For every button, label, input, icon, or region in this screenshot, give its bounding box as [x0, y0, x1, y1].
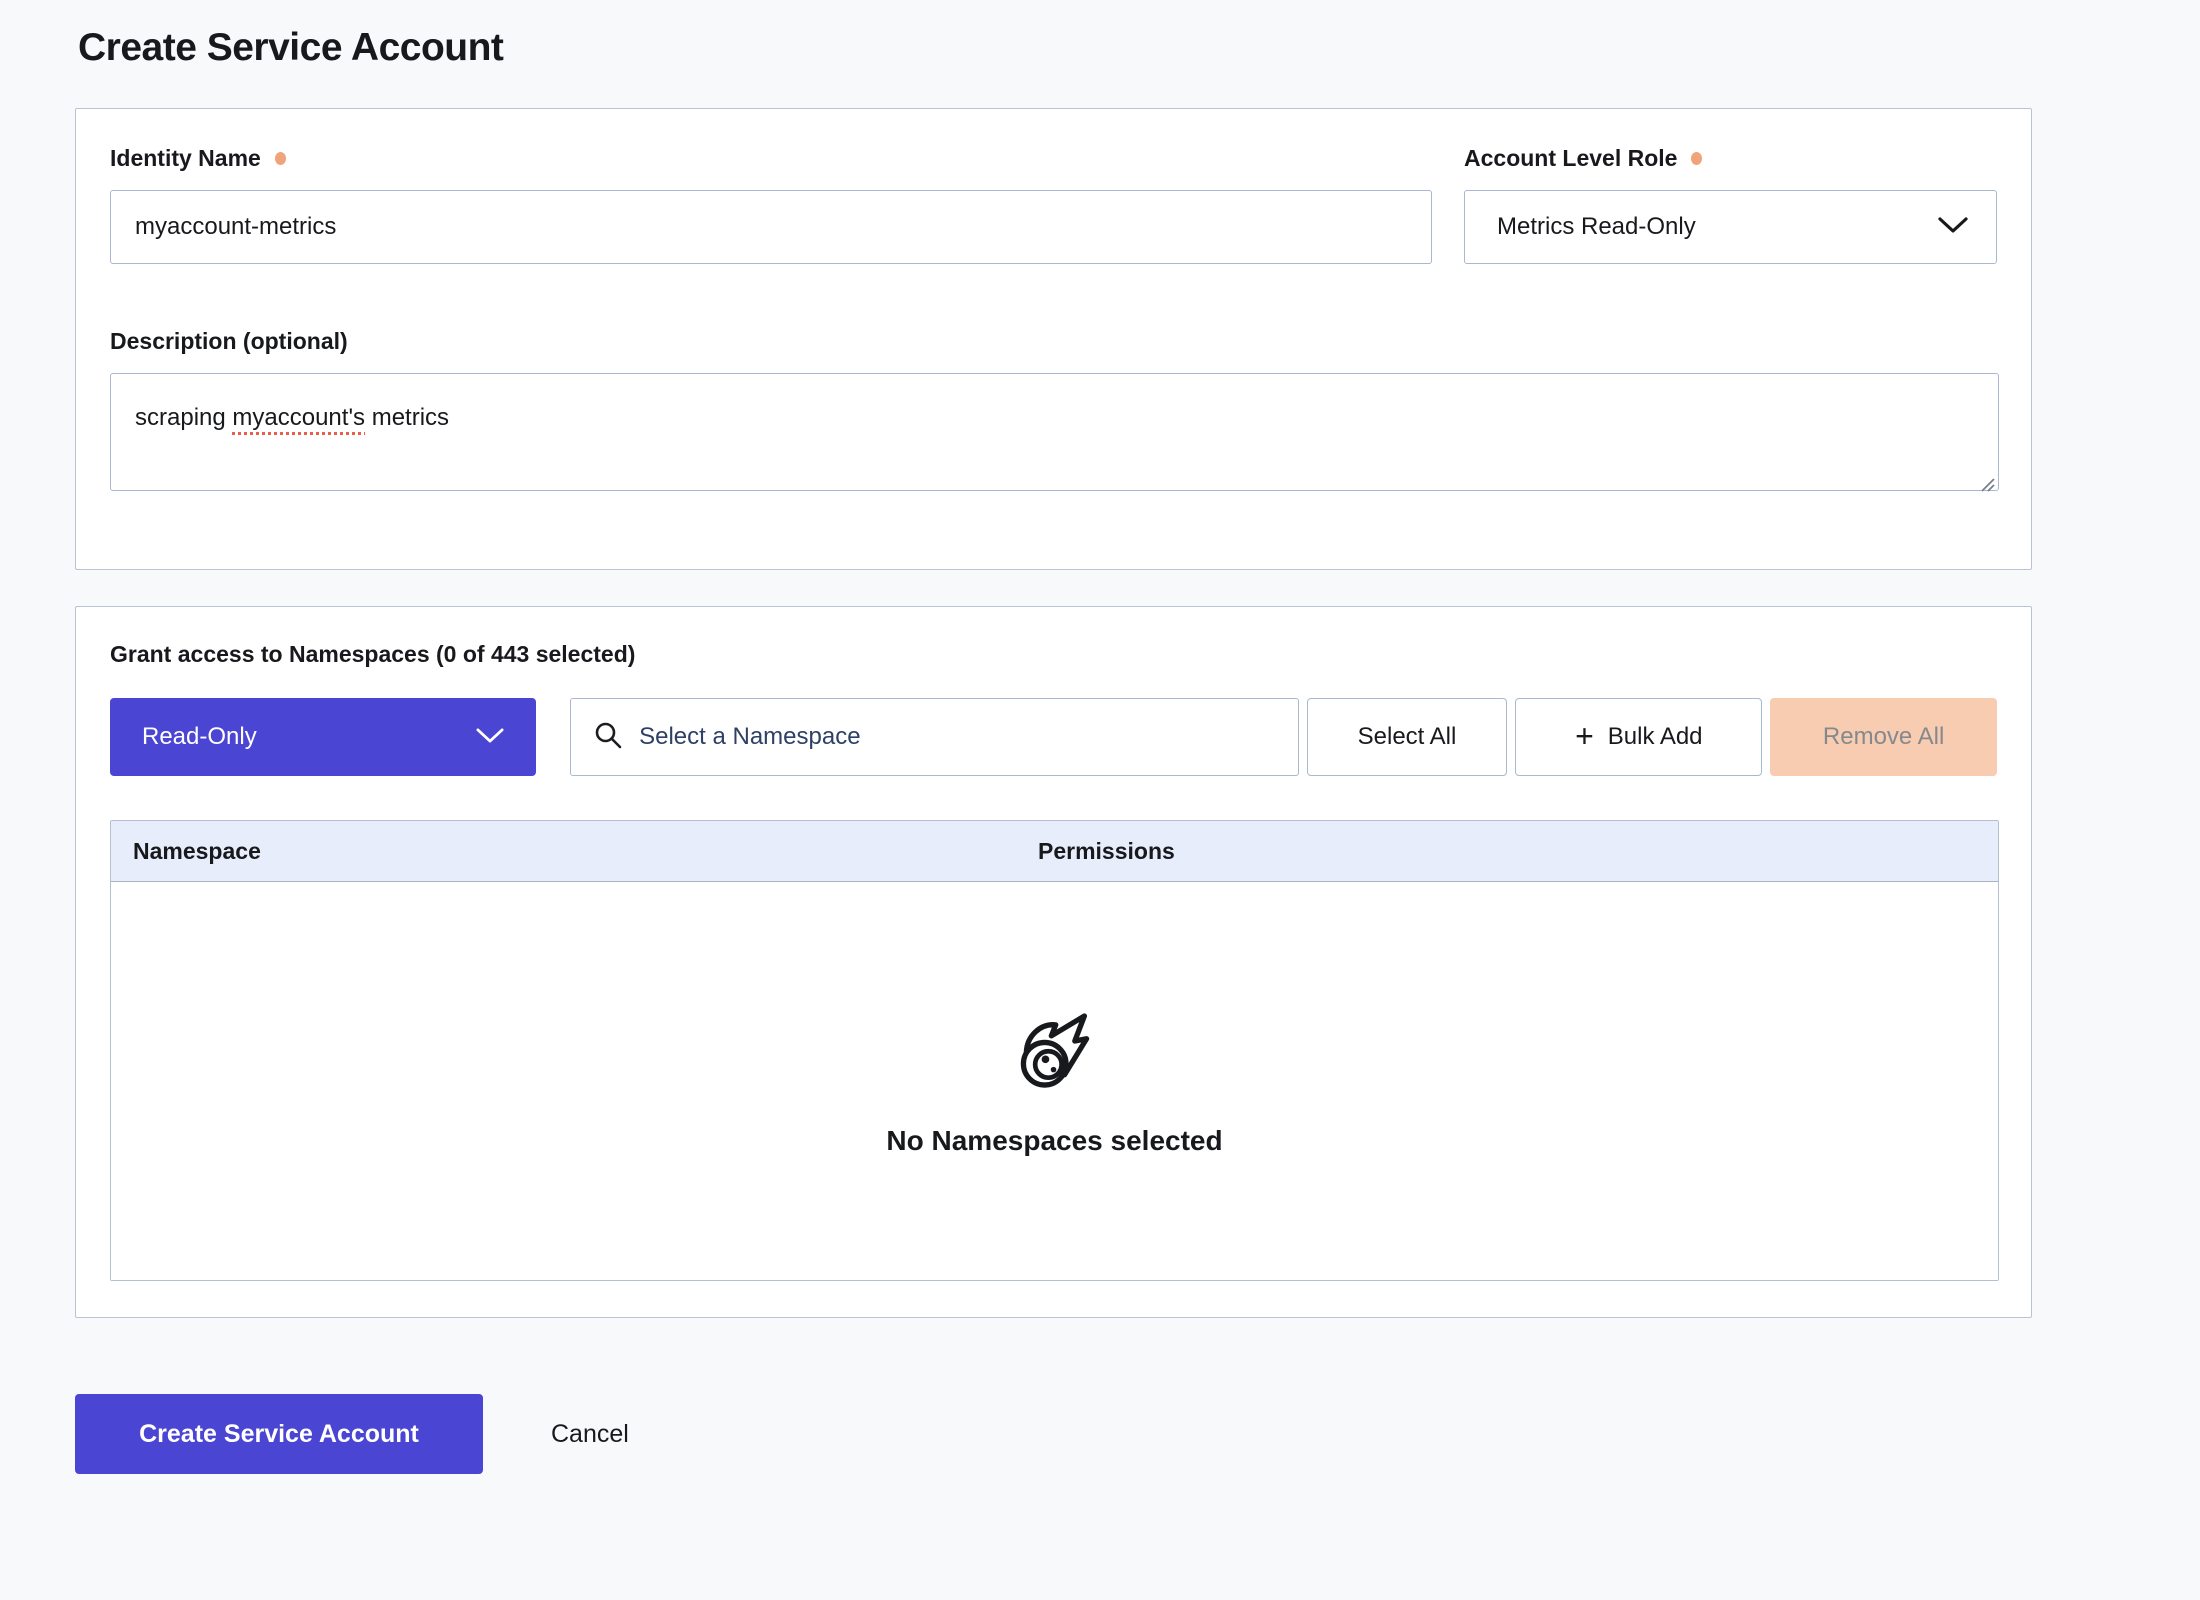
identity-panel: Identity Name Account Level Role Metrics…	[75, 108, 2032, 570]
plus-icon: +	[1575, 720, 1594, 752]
account-level-role-label: Account Level Role	[1464, 145, 1997, 172]
select-all-button[interactable]: Select All	[1307, 698, 1508, 776]
comet-icon	[1008, 1005, 1102, 1099]
cancel-button[interactable]: Cancel	[551, 1420, 629, 1449]
footer-actions: Create Service Account Cancel	[75, 1394, 2200, 1474]
bulk-add-label: Bulk Add	[1608, 723, 1703, 751]
create-service-account-page: Create Service Account Identity Name Acc…	[0, 0, 2200, 1600]
description-label: Description (optional)	[110, 328, 1997, 355]
namespaces-table: Namespace Permissions No Namespaces sele…	[110, 820, 1999, 1281]
description-text: scraping	[135, 404, 232, 431]
account-level-role-label-text: Account Level Role	[1464, 145, 1677, 172]
identity-name-label-text: Identity Name	[110, 145, 261, 172]
description-textarea[interactable]: scraping myaccount's metrics	[110, 373, 1999, 491]
namespaces-table-header: Namespace Permissions	[111, 821, 1998, 882]
create-service-account-label: Create Service Account	[139, 1420, 419, 1449]
account-level-role-field-group: Account Level Role Metrics Read-Only	[1464, 145, 1997, 264]
namespace-search-input[interactable]	[639, 723, 1275, 751]
select-all-label: Select All	[1358, 723, 1457, 751]
column-header-namespace: Namespace	[111, 838, 1038, 865]
permission-dropdown-value: Read-Only	[142, 723, 257, 751]
required-dot-icon	[275, 152, 286, 165]
permission-dropdown[interactable]: Read-Only	[110, 698, 536, 776]
identity-name-field-group: Identity Name	[110, 145, 1432, 264]
namespace-search-box[interactable]	[570, 698, 1298, 776]
column-header-permissions: Permissions	[1038, 838, 1998, 865]
namespaces-table-empty-body: No Namespaces selected	[111, 882, 1998, 1280]
description-field-group: Description (optional) scraping myaccoun…	[110, 328, 1997, 491]
namespaces-toolbar: Read-Only Select All	[110, 698, 1997, 776]
chevron-down-icon	[1938, 213, 1968, 241]
description-label-text: Description (optional)	[110, 328, 348, 355]
required-dot-icon	[1691, 152, 1702, 165]
identity-name-input[interactable]	[110, 190, 1432, 264]
remove-all-label: Remove All	[1823, 723, 1944, 751]
identity-name-label: Identity Name	[110, 145, 1432, 172]
cancel-label: Cancel	[551, 1420, 629, 1448]
bulk-add-button[interactable]: + Bulk Add	[1515, 698, 1762, 776]
page-title: Create Service Account	[78, 26, 2200, 70]
create-service-account-button[interactable]: Create Service Account	[75, 1394, 483, 1474]
description-text: metrics	[365, 404, 449, 431]
remove-all-button-disabled[interactable]: Remove All	[1770, 698, 1997, 776]
account-level-role-value: Metrics Read-Only	[1497, 213, 1696, 241]
search-icon	[593, 720, 623, 755]
resize-grip-icon[interactable]	[1979, 471, 1995, 487]
namespaces-panel: Grant access to Namespaces (0 of 443 sel…	[75, 606, 2032, 1318]
empty-state-message: No Namespaces selected	[886, 1125, 1222, 1157]
chevron-down-icon	[476, 723, 504, 751]
namespaces-heading: Grant access to Namespaces (0 of 443 sel…	[110, 641, 1997, 668]
description-misspelled-word: myaccount's	[232, 404, 365, 431]
account-level-role-select[interactable]: Metrics Read-Only	[1464, 190, 1997, 264]
